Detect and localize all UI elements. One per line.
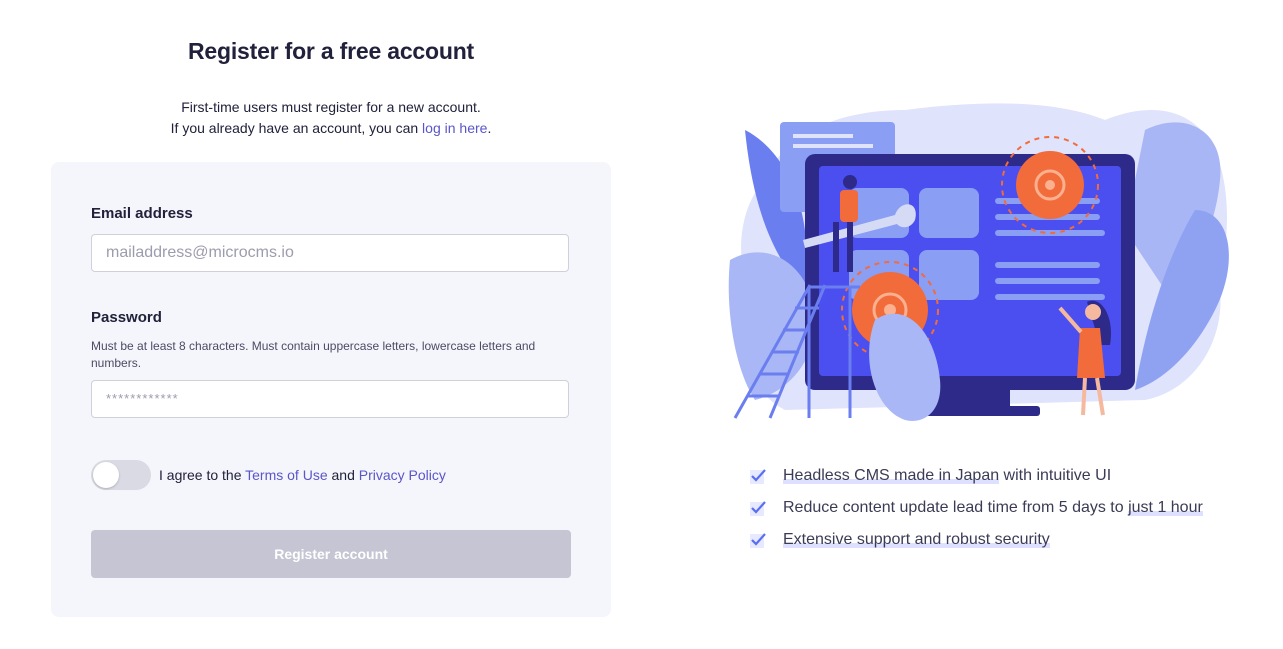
intro-line-1: First-time users must register for a new… bbox=[181, 99, 481, 115]
feature-highlight: just 1 hour bbox=[1128, 499, 1203, 516]
feature-highlight: Extensive support and robust security bbox=[783, 531, 1050, 548]
password-hint: Must be at least 8 characters. Must cont… bbox=[91, 339, 536, 370]
email-field[interactable] bbox=[91, 234, 569, 272]
feature-list: Headless CMS made in Japan with intuitiv… bbox=[748, 460, 1203, 556]
password-field[interactable] bbox=[91, 380, 569, 418]
privacy-link[interactable]: Privacy Policy bbox=[359, 467, 446, 483]
intro-line-2-suffix: . bbox=[487, 120, 492, 136]
register-page: Register for a free account First-time u… bbox=[0, 0, 1283, 649]
terms-link[interactable]: Terms of Use bbox=[245, 467, 327, 483]
feature-highlight: Headless CMS made in Japan bbox=[783, 467, 1000, 484]
feature-text: Reduce content update lead time from 5 d… bbox=[783, 499, 1203, 517]
page-title: Register for a free account bbox=[187, 38, 475, 64]
cms-illustration bbox=[728, 103, 1229, 421]
feature-item: Extensive support and robust security bbox=[748, 524, 1203, 556]
register-button[interactable]: Register account bbox=[91, 530, 571, 578]
agree-prefix: I agree to the bbox=[159, 467, 246, 483]
feature-prefix: Reduce content update lead time from 5 d… bbox=[783, 499, 1129, 516]
intro-line-2: If you already have an account, you can … bbox=[51, 118, 611, 139]
agree-text: I agree to the Terms of Use and Privacy … bbox=[159, 467, 446, 483]
login-link[interactable]: log in here bbox=[422, 120, 487, 136]
agree-and: and bbox=[327, 467, 359, 483]
feature-rest: with intuitive UI bbox=[999, 467, 1112, 484]
feature-item: Reduce content update lead time from 5 d… bbox=[748, 492, 1203, 524]
feature-text: Headless CMS made in Japan with intuitiv… bbox=[783, 467, 1111, 485]
email-label: Email address bbox=[91, 205, 193, 222]
toggle-knob bbox=[93, 462, 119, 488]
intro-text: First-time users must register for a new… bbox=[51, 97, 611, 139]
agree-toggle[interactable] bbox=[91, 460, 151, 490]
feature-item: Headless CMS made in Japan with intuitiv… bbox=[748, 460, 1203, 492]
feature-text: Extensive support and robust security bbox=[783, 531, 1050, 549]
check-icon bbox=[750, 533, 766, 548]
intro-line-2-prefix: If you already have an account, you can bbox=[170, 120, 423, 136]
password-label: Password bbox=[91, 309, 162, 326]
register-form-card: Email address Password Must be at least … bbox=[51, 162, 611, 617]
check-icon bbox=[750, 501, 766, 516]
check-icon bbox=[750, 469, 766, 484]
